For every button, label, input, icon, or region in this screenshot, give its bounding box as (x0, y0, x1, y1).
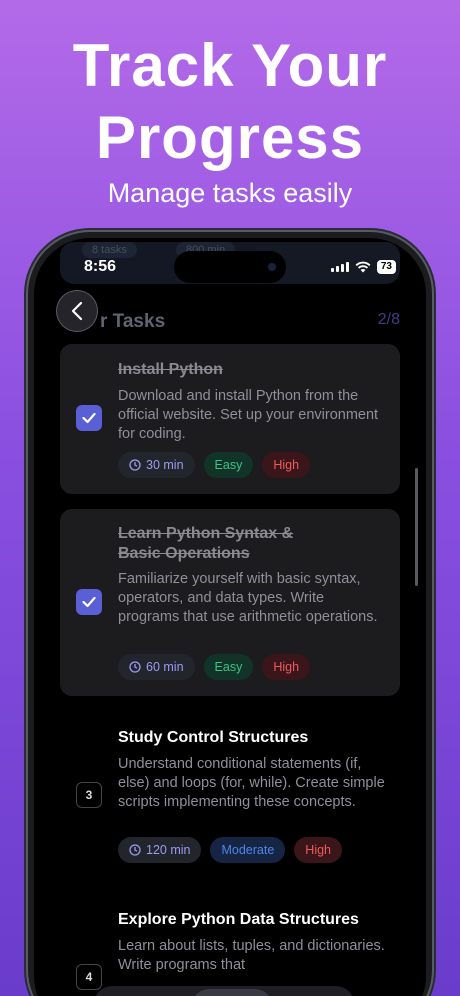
hero-title: Track Your Progress (72, 32, 388, 171)
back-button[interactable] (56, 290, 98, 332)
task-chips: 30 min Easy High (118, 452, 311, 478)
task-description: Understand conditional statements (if, e… (118, 756, 385, 810)
battery-indicator: 73 (376, 260, 396, 274)
task-number-box[interactable]: 4 (76, 964, 102, 990)
checkmark-icon (82, 596, 96, 608)
phone-frame: 8 tasks 800 min 8:56 73 r Tasks 2/8 Inst… (28, 232, 432, 996)
clock-icon (129, 844, 141, 856)
task-description: Familiarize yourself with basic syntax, … (118, 571, 378, 625)
task-card[interactable]: Learn Python Syntax & Basic Operations F… (60, 509, 400, 696)
task-title: Install Python (118, 361, 223, 378)
duration-label: 30 min (146, 458, 184, 472)
clock-icon (129, 459, 141, 471)
wifi-icon (355, 261, 371, 273)
task-card[interactable]: 4 Explore Python Data Structures Learn a… (60, 896, 400, 996)
clock-icon (129, 661, 141, 673)
task-checkbox[interactable] (76, 405, 102, 431)
status-bar: 8 tasks 800 min 8:56 73 (34, 238, 426, 288)
task-title: Learn Python Syntax & Basic Operations (118, 525, 294, 562)
progress-counter: 2/8 (377, 311, 400, 328)
task-card[interactable]: 3 Study Control Structures Understand co… (60, 712, 400, 882)
task-card[interactable]: Install Python Download and install Pyth… (60, 344, 400, 494)
cellular-signal-icon (330, 262, 349, 272)
faded-tasks-chip: 8 tasks (82, 242, 137, 258)
chevron-left-icon (71, 301, 83, 321)
checkmark-icon (82, 412, 96, 424)
task-title: Explore Python Data Structures (118, 911, 359, 928)
status-time: 8:56 (84, 258, 117, 275)
duration-chip: 30 min (118, 452, 195, 478)
priority-chip: High (262, 452, 311, 478)
duration-chip: 120 min (118, 837, 202, 863)
task-chips: 120 min Moderate High (118, 837, 343, 863)
camera-dot (268, 263, 276, 271)
page-title: r Tasks (100, 311, 166, 332)
difficulty-chip: Moderate (210, 837, 286, 863)
app-screen: 8 tasks 800 min 8:56 73 r Tasks 2/8 Inst… (34, 238, 426, 996)
hero-subtitle: Manage tasks easily (107, 178, 353, 208)
duration-chip: 60 min (118, 654, 195, 680)
task-title: Study Control Structures (118, 729, 309, 746)
tab-active-pill[interactable] (190, 989, 274, 996)
bottom-tab-bar (94, 986, 354, 996)
priority-chip: High (262, 654, 311, 680)
dynamic-island (174, 251, 286, 283)
duration-label: 120 min (146, 843, 191, 857)
status-icons: 73 (330, 260, 396, 274)
task-chips: 60 min Easy High (118, 654, 311, 680)
task-number-box[interactable]: 3 (76, 782, 102, 808)
task-description: Learn about lists, tuples, and dictionar… (118, 938, 385, 973)
task-description: Download and install Python from the off… (118, 388, 379, 442)
difficulty-chip: Easy (203, 654, 254, 680)
duration-label: 60 min (146, 660, 184, 674)
priority-chip: High (294, 837, 343, 863)
task-checkbox[interactable] (76, 589, 102, 615)
difficulty-chip: Easy (203, 452, 254, 478)
scrollbar[interactable] (415, 468, 418, 586)
